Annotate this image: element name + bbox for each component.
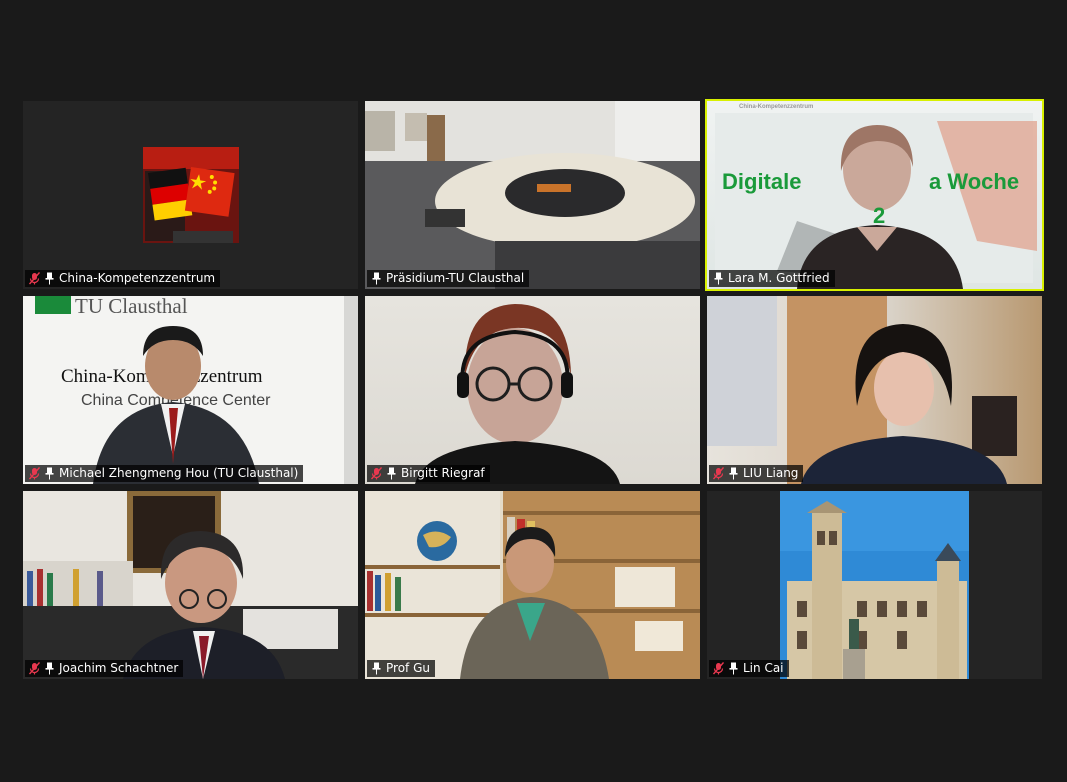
speaker-silhouette: [707, 296, 1017, 484]
video-feed: [365, 491, 700, 679]
conference-room-scene: [365, 101, 700, 289]
video-tile-lin-cai[interactable]: Lin Cai: [707, 491, 1042, 679]
participant-name: LIU Liang: [743, 466, 799, 480]
muted-mic-icon: [29, 662, 40, 675]
participant-name: Joachim Schachtner: [59, 661, 179, 675]
bookshelf-scene: [365, 491, 700, 679]
video-tile-lara-gottfried[interactable]: China-Kompetenzzentrum Digitale a Woche …: [705, 99, 1044, 291]
speaker-silhouette: [93, 326, 259, 484]
speaker-silhouette: [777, 121, 1037, 289]
video-tile-joachim-schachtner[interactable]: Joachim Schachtner: [23, 491, 358, 679]
participant-name: China-Kompetenzzentrum: [59, 271, 216, 285]
participant-name: Präsidium-TU Clausthal: [386, 271, 525, 285]
pin-icon: [371, 662, 382, 675]
video-feed: China-Kompetenzzentrum Digitale a Woche …: [707, 101, 1042, 289]
pin-icon: [713, 272, 724, 285]
participant-name: Lara M. Gottfried: [728, 271, 830, 285]
speaker-silhouette: [415, 304, 620, 484]
video-feed: [707, 491, 1042, 679]
participant-name: Prof Gu: [386, 661, 430, 675]
muted-mic-icon: [371, 467, 382, 480]
participant-label: Lara M. Gottfried: [709, 270, 835, 287]
pin-icon: [728, 467, 739, 480]
slide-title-left: Digitale: [722, 169, 802, 194]
muted-mic-icon: [713, 467, 724, 480]
participant-label: Joachim Schachtner: [25, 660, 184, 677]
video-feed: TU Clausthal China-Kompetenzzentrum Chin…: [23, 296, 358, 484]
participant-label: LIU Liang: [709, 465, 804, 482]
participant-label: China-Kompetenzzentrum: [25, 270, 221, 287]
video-feed: [23, 491, 358, 679]
backdrop-edge: [344, 296, 358, 484]
pin-icon: [371, 272, 382, 285]
pin-icon: [44, 662, 55, 675]
video-feed: [23, 101, 358, 289]
pin-icon: [386, 467, 397, 480]
pin-icon: [728, 662, 739, 675]
participant-label: Prof Gu: [367, 660, 435, 677]
profile-image: [780, 491, 969, 679]
video-tile-michael-hou[interactable]: TU Clausthal China-Kompetenzzentrum Chin…: [23, 296, 358, 484]
participant-label: Präsidium-TU Clausthal: [367, 270, 530, 287]
profile-image: [143, 147, 239, 243]
video-grid: China-Kompetenzzentrum Präsidium-TU Clau…: [0, 0, 1067, 782]
participant-label: Lin Cai: [709, 660, 789, 677]
participant-name: Lin Cai: [743, 661, 784, 675]
speaker-silhouette: [23, 491, 358, 679]
participant-label: Birgitt Riegraf: [367, 465, 490, 482]
pin-icon: [44, 467, 55, 480]
video-tile-china-kompetenzzentrum[interactable]: China-Kompetenzzentrum: [23, 101, 358, 289]
participant-name: Birgitt Riegraf: [401, 466, 485, 480]
video-tile-birgitt-riegraf[interactable]: Birgitt Riegraf: [365, 296, 700, 484]
muted-mic-icon: [29, 272, 40, 285]
participant-name: Michael Zhengmeng Hou (TU Clausthal): [59, 466, 299, 480]
muted-mic-icon: [713, 662, 724, 675]
video-feed: [707, 296, 1042, 484]
video-tile-prof-gu[interactable]: Prof Gu: [365, 491, 700, 679]
muted-mic-icon: [29, 467, 40, 480]
video-feed: [365, 296, 700, 484]
video-feed: [365, 101, 700, 289]
video-tile-liu-liang[interactable]: LIU Liang: [707, 296, 1042, 484]
slide-year: 2: [873, 203, 886, 228]
participant-label: Michael Zhengmeng Hou (TU Clausthal): [25, 465, 304, 482]
video-tile-praesidium[interactable]: Präsidium-TU Clausthal: [365, 101, 700, 289]
pin-icon: [44, 272, 55, 285]
slide-title-right: a Woche: [929, 169, 1020, 194]
